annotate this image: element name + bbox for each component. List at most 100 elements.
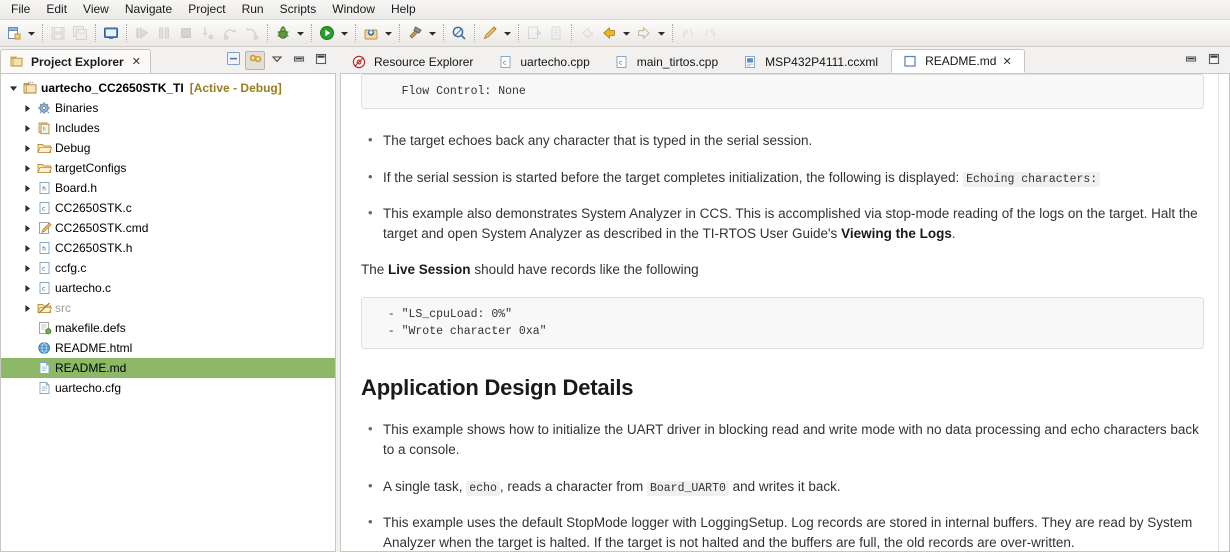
maximize-editor-button[interactable] xyxy=(1204,51,1224,70)
suspend-button[interactable] xyxy=(153,22,175,44)
menu-item-file[interactable]: File xyxy=(3,0,38,19)
back-dropdown[interactable] xyxy=(620,22,633,44)
new-dropdown[interactable] xyxy=(25,22,38,44)
terminate-icon xyxy=(178,25,194,41)
header-file-icon: h xyxy=(35,181,53,195)
tree-item-uartecho-cfg[interactable]: uartecho.cfg xyxy=(1,378,335,398)
collapse-arrow-icon[interactable] xyxy=(19,224,35,233)
new-resource-button[interactable] xyxy=(479,22,501,44)
forward-dropdown[interactable] xyxy=(655,22,668,44)
debug-dropdown[interactable] xyxy=(294,22,307,44)
build-button[interactable] xyxy=(404,22,426,44)
import-dropdown[interactable] xyxy=(382,22,395,44)
tab-project-explorer[interactable]: Project Explorer ✕ xyxy=(0,49,151,73)
tree-item-label: CC2650STK.h xyxy=(55,241,133,255)
run-dropdown[interactable] xyxy=(338,22,351,44)
step-into-icon xyxy=(200,25,216,41)
project-tree-panel[interactable]: c++ uartecho_CC2650STK_TI [Active - Debug]… xyxy=(0,73,336,552)
collapse-arrow-icon[interactable] xyxy=(19,204,35,213)
menu-item-project[interactable]: Project xyxy=(180,0,233,19)
markdown-editor[interactable]: Flow Control: None The target echoes back… xyxy=(340,73,1230,552)
tree-item-src[interactable]: src xyxy=(1,298,335,318)
close-icon[interactable]: ✕ xyxy=(1002,55,1011,68)
tree-item-ccfg-c[interactable]: c ccfg.c xyxy=(1,258,335,278)
previous-annotation-button[interactable] xyxy=(677,22,699,44)
save-all-button[interactable] xyxy=(69,22,91,44)
tree-item-readme-html[interactable]: README.html xyxy=(1,338,335,358)
collapse-arrow-icon[interactable] xyxy=(19,284,35,293)
collapse-all-button[interactable] xyxy=(223,51,243,70)
tree-item-cc2650stk-h[interactable]: h CC2650STK.h xyxy=(1,238,335,258)
menu-item-navigate[interactable]: Navigate xyxy=(117,0,180,19)
editor-tab-label: Resource Explorer xyxy=(374,54,474,69)
svg-text:c: c xyxy=(41,265,45,273)
svg-text:c: c xyxy=(41,205,45,213)
editor-tab-resource-explorer[interactable]: Resource Explorer xyxy=(340,50,486,73)
editor-tab-uartecho-cpp[interactable]: c uartecho.cpp xyxy=(486,50,602,73)
tree-item-debug[interactable]: Debug xyxy=(1,138,335,158)
tree-item-uartecho-cc2650stk-ti[interactable]: c++ uartecho_CC2650STK_TI [Active - Debug] xyxy=(1,78,335,98)
editor-tab-main-tirtos-cpp[interactable]: c main_tirtos.cpp xyxy=(603,50,731,73)
open-declaration-button[interactable] xyxy=(523,22,545,44)
editor-tab-readme-md[interactable]: README.md ✕ xyxy=(891,49,1025,73)
collapse-arrow-icon[interactable] xyxy=(19,124,35,133)
menu-item-edit[interactable]: Edit xyxy=(38,0,75,19)
tree-item-label: makefile.defs xyxy=(55,321,126,335)
tree-item-includes[interactable]: h Includes xyxy=(1,118,335,138)
next-annotation-button[interactable] xyxy=(699,22,721,44)
bold-text: Live Session xyxy=(388,262,471,278)
menu-item-view[interactable]: View xyxy=(75,0,117,19)
back-button[interactable] xyxy=(598,22,620,44)
tree-item-makefile-defs[interactable]: makefile.defs xyxy=(1,318,335,338)
collapse-arrow-icon[interactable] xyxy=(19,264,35,273)
new-resource-dropdown[interactable] xyxy=(501,22,514,44)
new-button[interactable] xyxy=(3,22,25,44)
terminate-button[interactable] xyxy=(175,22,197,44)
step-over-button[interactable] xyxy=(219,22,241,44)
editor-vertical-scrollbar[interactable] xyxy=(1218,74,1229,551)
import-button[interactable] xyxy=(360,22,382,44)
minimize-editor-button[interactable] xyxy=(1181,51,1201,70)
tree-item-cc2650stk-cmd[interactable]: CC2650STK.cmd xyxy=(1,218,335,238)
menu-item-scripts[interactable]: Scripts xyxy=(272,0,325,19)
expand-arrow-icon[interactable] xyxy=(5,84,21,93)
search-button[interactable] xyxy=(448,22,470,44)
forward-button[interactable] xyxy=(633,22,655,44)
collapse-arrow-icon[interactable] xyxy=(19,304,35,313)
editor-tab-label: README.md xyxy=(925,54,997,68)
debug-button[interactable] xyxy=(272,22,294,44)
menu-item-help[interactable]: Help xyxy=(383,0,424,19)
view-menu-button[interactable] xyxy=(267,51,287,70)
editor-tab-label: main_tirtos.cpp xyxy=(636,54,719,69)
tree-item-targetconfigs[interactable]: targetConfigs xyxy=(1,158,335,178)
editor-tab-msp432p4111-ccxml[interactable]: MSP432P4111.ccxml xyxy=(731,50,891,73)
tree-item-label: CC2650STK.cmd xyxy=(55,221,149,235)
run-button[interactable] xyxy=(316,22,338,44)
minimize-view-button[interactable] xyxy=(289,51,309,70)
open-type-button[interactable] xyxy=(545,22,567,44)
link-with-editor-button[interactable] xyxy=(245,50,265,70)
menu-item-run[interactable]: Run xyxy=(234,0,272,19)
tree-item-label: Board.h xyxy=(55,181,98,195)
tree-item-board-h[interactable]: h Board.h xyxy=(1,178,335,198)
collapse-arrow-icon[interactable] xyxy=(19,244,35,253)
tree-item-uartecho-c[interactable]: c uartecho.c xyxy=(1,278,335,298)
tree-item-cc2650stk-c[interactable]: c CC2650STK.c xyxy=(1,198,335,218)
back-history-button[interactable] xyxy=(576,22,598,44)
collapse-arrow-icon[interactable] xyxy=(19,144,35,153)
maximize-view-button[interactable] xyxy=(311,51,331,70)
resume-button[interactable] xyxy=(131,22,153,44)
collapse-arrow-icon[interactable] xyxy=(19,104,35,113)
close-icon[interactable]: ✕ xyxy=(132,55,141,68)
svg-text:h: h xyxy=(42,245,46,253)
step-return-button[interactable] xyxy=(241,22,263,44)
build-dropdown[interactable] xyxy=(426,22,439,44)
collapse-arrow-icon[interactable] xyxy=(19,164,35,173)
save-button[interactable] xyxy=(47,22,69,44)
menu-item-window[interactable]: Window xyxy=(324,0,383,19)
step-into-button[interactable] xyxy=(197,22,219,44)
collapse-arrow-icon[interactable] xyxy=(19,184,35,193)
tree-item-readme-md[interactable]: README.md xyxy=(1,358,335,378)
console-button[interactable] xyxy=(100,22,122,44)
tree-item-binaries[interactable]: Binaries xyxy=(1,98,335,118)
